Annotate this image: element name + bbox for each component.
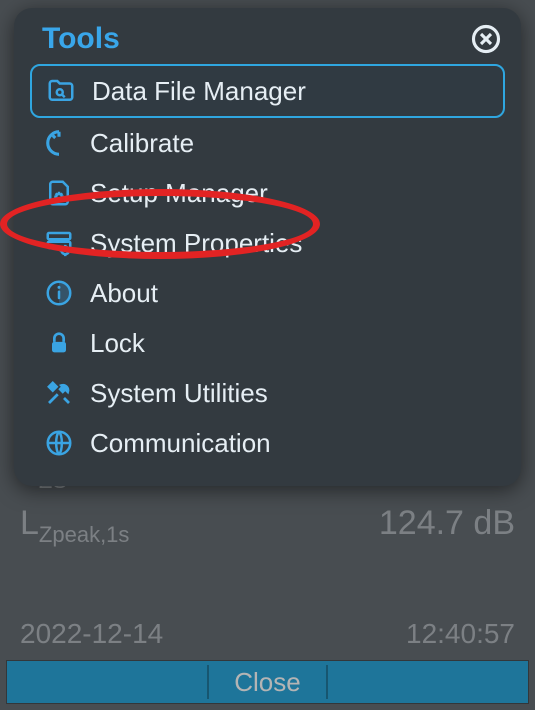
menu-item-label: Lock	[90, 328, 493, 359]
menu-item-setup-manager[interactable]: Setup Manager	[30, 168, 505, 218]
menu-item-data-file-manager[interactable]: Data File Manager	[30, 64, 505, 118]
menu-item-system-utilities[interactable]: System Utilities	[30, 368, 505, 418]
menu-item-label: System Utilities	[90, 378, 493, 409]
close-icon[interactable]	[471, 24, 501, 54]
tools-popup: Tools Data File Manager	[14, 8, 521, 486]
tools-icon	[42, 376, 76, 410]
menu-item-label: System Properties	[90, 228, 493, 259]
tools-menu: Data File Manager Calibrate Setup Manage…	[24, 64, 511, 468]
menu-item-label: About	[90, 278, 493, 309]
lock-icon	[42, 326, 76, 360]
menu-item-about[interactable]: About	[30, 268, 505, 318]
menu-item-communication[interactable]: Communication	[30, 418, 505, 468]
popup-header: Tools	[24, 22, 511, 64]
folder-search-icon	[44, 74, 78, 108]
menu-item-lock[interactable]: Lock	[30, 318, 505, 368]
popup-title: Tools	[42, 22, 120, 56]
globe-icon	[42, 426, 76, 460]
menu-item-label: Calibrate	[90, 128, 493, 159]
menu-item-label: Setup Manager	[90, 178, 493, 209]
calibrate-icon	[42, 126, 76, 160]
document-gear-icon	[42, 176, 76, 210]
menu-item-label: Communication	[90, 428, 493, 459]
menu-item-system-properties[interactable]: System Properties	[30, 218, 505, 268]
menu-item-label: Data File Manager	[92, 76, 491, 107]
server-gear-icon	[42, 226, 76, 260]
info-icon	[42, 276, 76, 310]
menu-item-calibrate[interactable]: Calibrate	[30, 118, 505, 168]
